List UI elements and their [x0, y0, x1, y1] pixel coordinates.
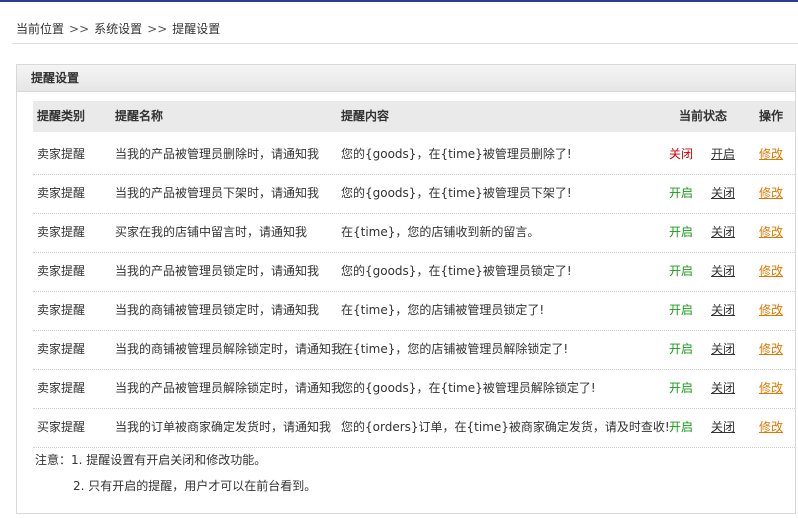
- header-action: 操作: [759, 109, 784, 123]
- status-badge: 开启: [669, 225, 694, 239]
- reminder-settings-panel: 提醒设置 提醒类别 提醒名称 提醒内容 当前状态 操作 卖家提醒当我的产品被管理…: [16, 64, 796, 514]
- edit-link[interactable]: 修改: [759, 291, 783, 330]
- reminder-name: 当我的产品被管理员锁定时，请通知我: [115, 264, 320, 278]
- table-row: 卖家提醒 当我的产品被管理员锁定时，请通知我 您的{goods}，在{time}被管…: [33, 252, 795, 292]
- toggle-status-link[interactable]: 关闭: [711, 408, 735, 447]
- reminder-content: 您的{goods}，在{time}被管理员下架了!: [341, 186, 572, 200]
- reminder-type: 卖家提醒: [37, 303, 86, 317]
- reminder-type: 卖家提醒: [37, 264, 86, 278]
- breadcrumb: 当前位置 >> 系统设置 >> 提醒设置: [16, 20, 220, 38]
- reminder-name: 当我的产品被管理员解除锁定时，请通知我: [115, 381, 344, 395]
- reminder-type: 卖家提醒: [37, 225, 86, 239]
- reminder-type: 卖家提醒: [37, 186, 86, 200]
- header-status: 当前状态: [679, 109, 728, 123]
- reminder-name: 当我的商铺被管理员解除锁定时，请通知我: [115, 342, 344, 356]
- reminder-content: 在{time}，您的店铺收到新的留言。: [341, 225, 540, 239]
- top-rule: [0, 0, 798, 2]
- breadcrumb-item-system-settings[interactable]: 系统设置: [94, 22, 142, 36]
- table-row: 卖家提醒 当我的产品被管理员解除锁定时，请通知我 您的{goods}，在{time}…: [33, 369, 795, 409]
- reminder-name: 买家在我的店铺中留言时，请通知我: [115, 225, 308, 239]
- table-row: 卖家提醒 当我的商铺被管理员解除锁定时，请通知我 在{time}，您的店铺被管理员解…: [33, 330, 795, 370]
- edit-link[interactable]: 修改: [759, 369, 783, 408]
- toggle-status-link[interactable]: 开启: [711, 135, 735, 174]
- header-type: 提醒类别: [37, 109, 86, 123]
- edit-link[interactable]: 修改: [759, 330, 783, 369]
- toggle-status-link[interactable]: 关闭: [711, 252, 735, 291]
- status-badge: 开启: [669, 342, 694, 356]
- table-row: 买家提醒 当我的订单被商家确定发货时，请通知我 您的{orders}订单，在{tim…: [33, 408, 795, 448]
- reminder-type: 卖家提醒: [37, 147, 86, 161]
- breadcrumb-current-label: 当前位置: [16, 22, 65, 36]
- status-badge: 开启: [669, 420, 694, 434]
- reminder-content: 您的{goods}，在{time}被管理员删除了!: [341, 147, 572, 161]
- status-badge: 开启: [669, 303, 694, 317]
- reminder-content: 在{time}，您的店铺被管理员锁定了!: [341, 303, 545, 317]
- edit-link[interactable]: 修改: [759, 174, 783, 213]
- reminder-content: 您的{orders}订单，在{time}被商家确定发货，请及时查收!: [341, 420, 670, 434]
- status-badge: 开启: [669, 186, 694, 200]
- breadcrumb-item-reminder-settings: 提醒设置: [172, 22, 221, 36]
- note-line-1: 注意：1. 提醒设置有开启关闭和修改功能。: [35, 453, 267, 467]
- table-row: 卖家提醒 当我的产品被管理员删除时，请通知我 您的{goods}，在{time}被管…: [33, 135, 795, 175]
- header-name: 提醒名称: [115, 109, 164, 123]
- reminder-content: 在{time}，您的店铺被管理员解除锁定了!: [341, 342, 569, 356]
- reminder-name: 当我的产品被管理员删除时，请通知我: [115, 147, 320, 161]
- toggle-status-link[interactable]: 关闭: [711, 330, 735, 369]
- toggle-status-link[interactable]: 关闭: [711, 291, 735, 330]
- reminder-type: 卖家提醒: [37, 342, 86, 356]
- reminder-name: 当我的订单被商家确定发货时，请通知我: [115, 420, 332, 434]
- edit-link[interactable]: 修改: [759, 135, 783, 174]
- edit-link[interactable]: 修改: [759, 252, 783, 291]
- status-badge: 开启: [669, 381, 694, 395]
- note-line-2: 2. 只有开启的提醒，用户才可以在前台看到。: [73, 479, 317, 493]
- reminder-name: 当我的产品被管理员下架时，请通知我: [115, 186, 320, 200]
- status-badge: 开启: [669, 264, 694, 278]
- reminder-content: 您的{goods}，在{time}被管理员解除锁定了!: [341, 381, 596, 395]
- table-row: 卖家提醒 当我的商铺被管理员锁定时，请通知我 在{time}，您的店铺被管理员锁定了…: [33, 291, 795, 331]
- reminder-type: 卖家提醒: [37, 381, 86, 395]
- table-row: 卖家提醒 当我的产品被管理员下架时，请通知我 您的{goods}，在{time}被管…: [33, 174, 795, 214]
- status-badge: 关闭: [669, 147, 694, 161]
- edit-link[interactable]: 修改: [759, 213, 783, 252]
- toggle-status-link[interactable]: 关闭: [711, 174, 735, 213]
- panel-title: 提醒设置: [17, 65, 795, 92]
- toggle-status-link[interactable]: 关闭: [711, 369, 735, 408]
- toggle-status-link[interactable]: 关闭: [711, 213, 735, 252]
- reminder-type: 买家提醒: [37, 420, 86, 434]
- reminder-name: 当我的商铺被管理员锁定时，请通知我: [115, 303, 320, 317]
- reminder-content: 您的{goods}，在{time}被管理员锁定了!: [341, 264, 572, 278]
- edit-link[interactable]: 修改: [759, 408, 783, 447]
- breadcrumb-divider: [12, 43, 798, 44]
- breadcrumb-separator: >>: [147, 22, 168, 36]
- table-row: 卖家提醒 买家在我的店铺中留言时，请通知我 在{time}，您的店铺收到新的留言。 开…: [33, 213, 795, 253]
- header-content: 提醒内容: [341, 109, 390, 123]
- breadcrumb-separator: >>: [69, 22, 90, 36]
- table-header: 提醒类别 提醒名称 提醒内容 当前状态 操作: [33, 101, 795, 132]
